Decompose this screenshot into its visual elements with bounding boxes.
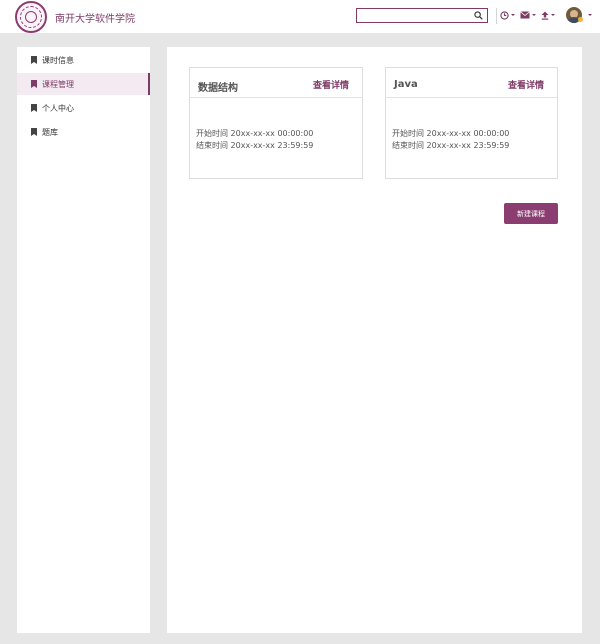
- sidebar-item-class-hours[interactable]: 课时信息: [17, 49, 150, 71]
- course-card: Java 查看详情 开始时间 20xx-xx-xx 00:00:00 结束时间 …: [385, 67, 558, 179]
- clock-menu[interactable]: [500, 9, 515, 21]
- course-start-time: 开始时间 20xx-xx-xx 00:00:00: [392, 129, 510, 138]
- course-end-time: 结束时间 20xx-xx-xx 23:59:59: [392, 141, 510, 150]
- bookmark-icon: [31, 56, 37, 64]
- search-box: [356, 8, 488, 28]
- bookmark-icon: [31, 80, 37, 88]
- course-end-time: 结束时间 20xx-xx-xx 23:59:59: [196, 141, 314, 150]
- course-title: 数据结构: [198, 83, 238, 94]
- search-input[interactable]: [357, 15, 469, 28]
- chevron-down-icon: [511, 14, 515, 16]
- chevron-down-icon[interactable]: [588, 14, 592, 16]
- sidebar-item-label: 题库: [42, 127, 58, 137]
- course-start-time: 开始时间 20xx-xx-xx 00:00:00: [196, 129, 314, 138]
- sidebar-item-personal-center[interactable]: 个人中心: [17, 97, 150, 119]
- logo-core: [25, 11, 37, 23]
- top-header: 南开大学软件学院: [0, 0, 600, 33]
- chevron-down-icon: [551, 14, 555, 16]
- mail-menu[interactable]: [520, 9, 536, 21]
- sidebar: 课时信息 课程管理 个人中心 题库: [17, 47, 150, 633]
- chevron-down-icon: [532, 14, 536, 16]
- header-divider: [496, 8, 497, 24]
- main-panel: 数据结构 查看详情 开始时间 20xx-xx-xx 00:00:00 结束时间 …: [167, 47, 582, 633]
- view-details-link[interactable]: 查看详情: [313, 78, 349, 91]
- university-logo-icon[interactable]: [15, 1, 47, 33]
- course-title: Java: [394, 79, 418, 90]
- clock-icon: [500, 10, 509, 20]
- sidebar-item-label: 个人中心: [42, 103, 74, 113]
- course-card: 数据结构 查看详情 开始时间 20xx-xx-xx 00:00:00 结束时间 …: [189, 67, 363, 179]
- status-dot: [578, 17, 583, 22]
- new-course-button[interactable]: 新建课程: [504, 203, 558, 224]
- upload-menu[interactable]: [541, 9, 555, 21]
- search-icon[interactable]: [474, 11, 483, 20]
- bookmark-icon: [31, 128, 37, 136]
- mail-icon: [520, 11, 530, 19]
- course-card-header: Java 查看详情: [386, 68, 557, 98]
- bookmark-icon: [31, 104, 37, 112]
- sidebar-item-label: 课时信息: [42, 55, 74, 65]
- upload-icon: [541, 11, 549, 20]
- course-card-header: 数据结构 查看详情: [190, 68, 362, 98]
- sidebar-item-question-bank[interactable]: 题库: [17, 121, 150, 143]
- sidebar-item-course-management[interactable]: 课程管理: [17, 73, 150, 95]
- site-title[interactable]: 南开大学软件学院: [55, 10, 135, 25]
- sidebar-item-label: 课程管理: [42, 79, 74, 89]
- view-details-link[interactable]: 查看详情: [508, 78, 544, 91]
